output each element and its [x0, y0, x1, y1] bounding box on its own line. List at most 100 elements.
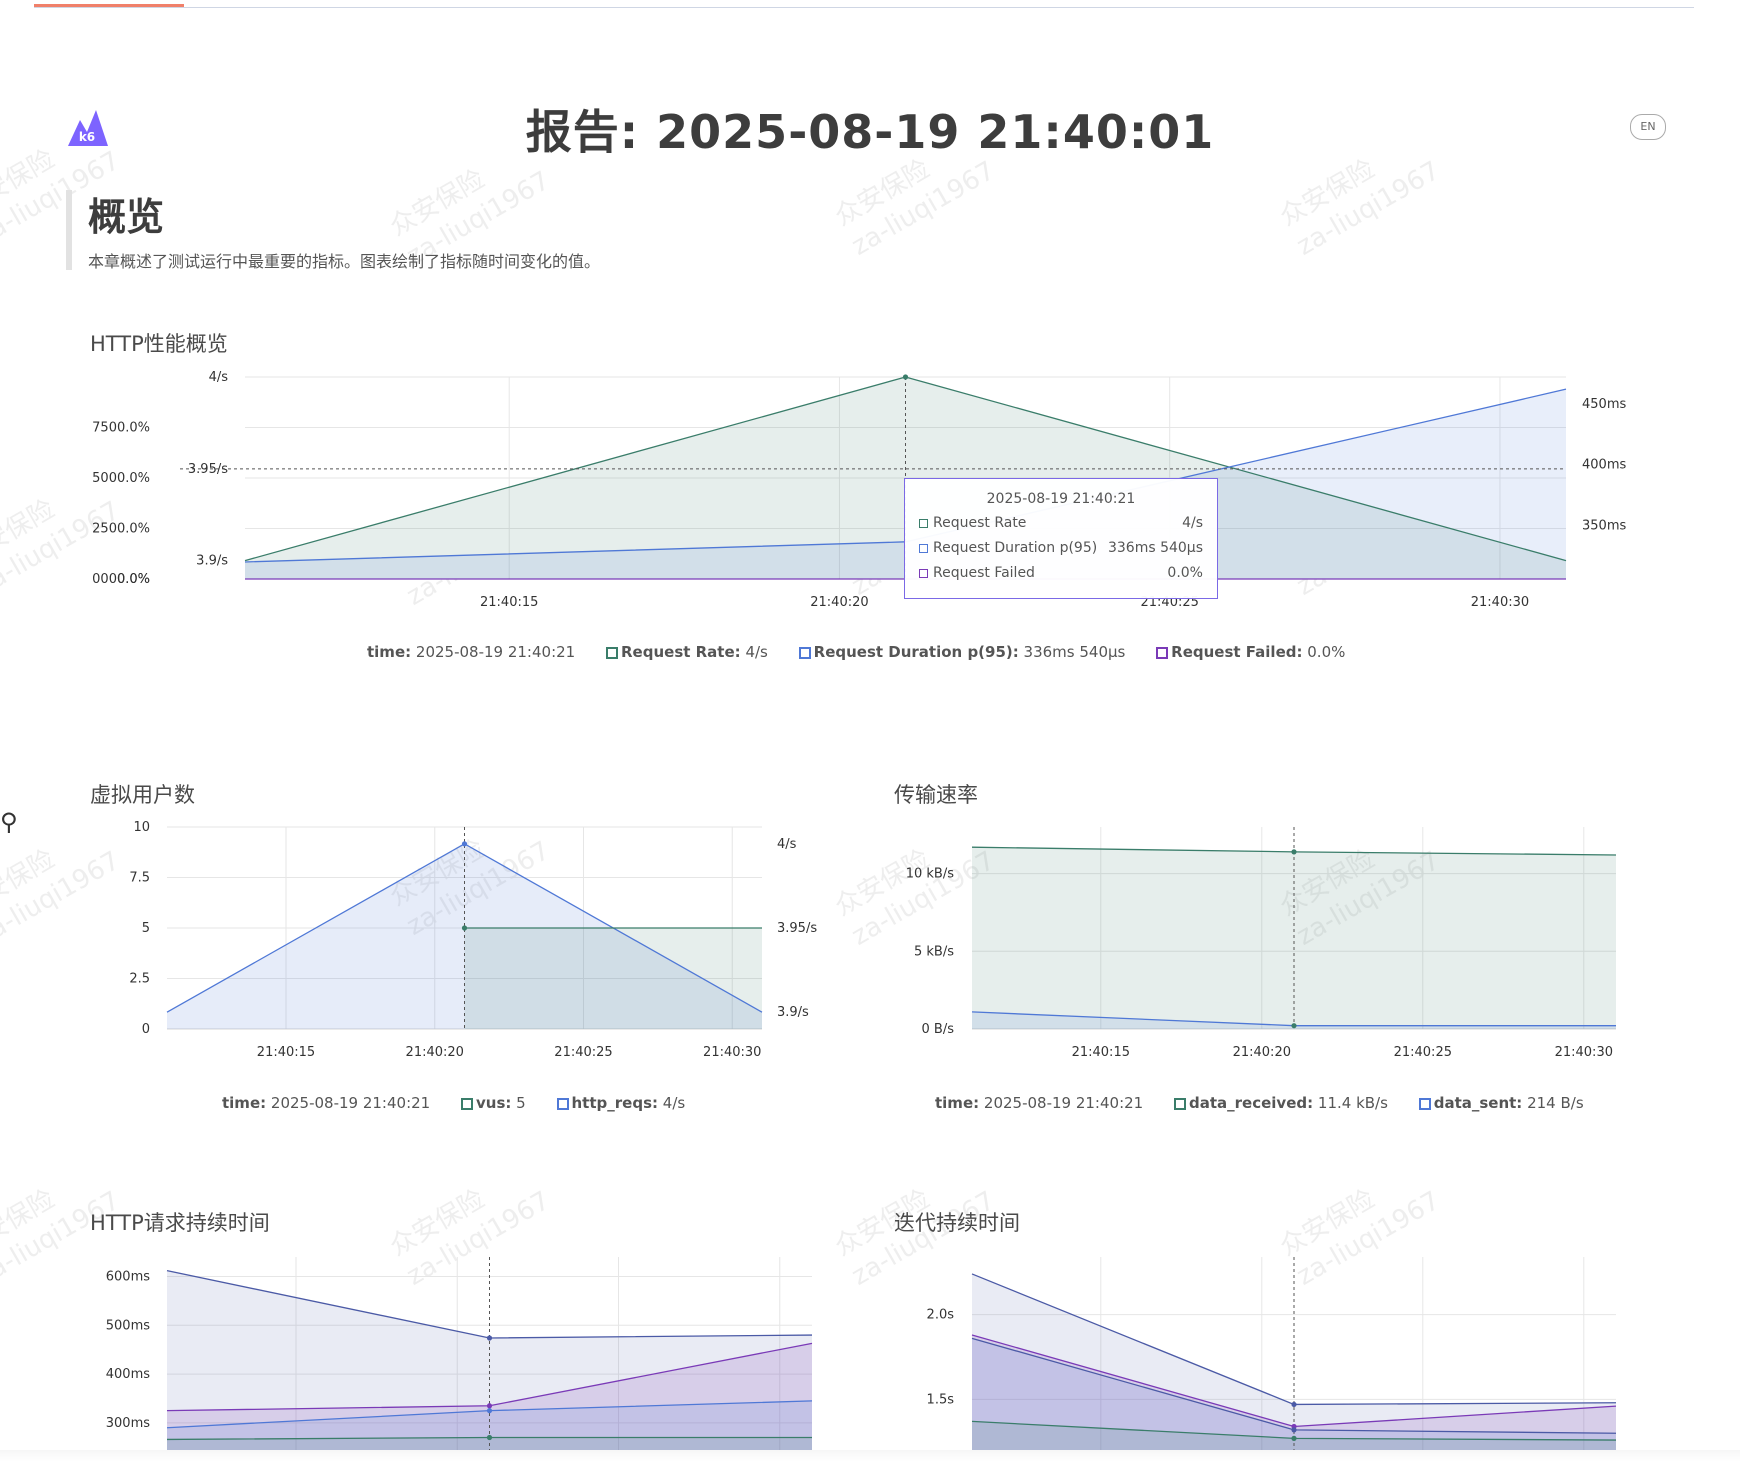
y-tick-label-right: 3.9/s — [777, 1005, 809, 1020]
legend-value: 4/s — [662, 1094, 686, 1112]
x-tick-label: 21:40:20 — [406, 1045, 464, 1060]
data-point — [461, 841, 468, 847]
series-swatch-icon — [919, 519, 928, 528]
iteration-duration-chart[interactable]: 1.5s 2.0s — [870, 1240, 1740, 1462]
x-tick-label: 21:40:30 — [703, 1045, 761, 1060]
x-tick-label: 21:40:30 — [1471, 595, 1529, 610]
y-tick-label-right: 4/s — [777, 837, 797, 852]
chart-legend-vus: time: 2025-08-19 21:40:21 vus: 5 http_re… — [222, 1094, 685, 1112]
section-accent-bar — [66, 190, 72, 270]
legend-value: 336ms 540µs — [1023, 643, 1126, 661]
http-duration-chart[interactable]: 300ms 400ms 500ms 600ms — [0, 1240, 870, 1462]
legend-label: Request Rate: — [621, 643, 741, 661]
y-tick-label-right: 350ms — [1582, 518, 1626, 533]
x-tick-label: 21:40:15 — [1072, 1045, 1130, 1060]
chart-legend-transfer: time: 2025-08-19 21:40:21 data_received:… — [935, 1094, 1584, 1112]
y-tick-label: 10 — [133, 820, 150, 835]
x-tick-label: 21:40:25 — [554, 1045, 612, 1060]
tooltip-row-name: Request Duration p(95) — [933, 540, 1098, 556]
chart-title-iteration-duration: 迭代持续时间 — [894, 1211, 1020, 1235]
legend-swatch-icon — [1174, 1098, 1186, 1110]
legend-item-request-rate[interactable]: Request Rate: 4/s — [606, 643, 768, 661]
chart-legend-http-overview: time: 2025-08-19 21:40:21 Request Rate: … — [367, 643, 1345, 661]
y-tick-label: 10 kB/s — [906, 867, 955, 882]
data-point — [486, 1403, 493, 1409]
series-swatch-icon — [919, 569, 928, 578]
section-description: 本章概述了测试运行中最重要的指标。图表绘制了指标随时间变化的值。 — [88, 252, 601, 271]
y-tick-label: 7500.0% — [92, 421, 150, 436]
y-tick-label: 500ms — [106, 1318, 150, 1333]
chart-title-http-overview: HTTP性能概览 — [90, 332, 228, 356]
legend-value: 214 B/s — [1527, 1094, 1584, 1112]
y-tick-label: 600ms — [106, 1270, 150, 1285]
series-area-vus — [464, 928, 762, 1029]
tooltip-time: 2025-08-19 21:40:21 — [986, 491, 1136, 507]
vus-chart[interactable]: 21:40:15 21:40:20 21:40:25 21:40:30 0 2.5 5 7.5… — [0, 810, 870, 1060]
top-progress-bar — [0, 0, 1740, 10]
tooltip-row-name: Request Failed — [933, 565, 1035, 581]
tooltip-row-value: 336ms 540µs — [1107, 540, 1203, 556]
bottom-scroll-edge — [0, 1450, 1740, 1462]
legend-label: vus: — [476, 1094, 512, 1112]
y-tick-label: 2.5 — [129, 972, 150, 987]
legend-value: 5 — [516, 1094, 526, 1112]
y-tick-label: 0 B/s — [922, 1022, 955, 1037]
watermark-line-2: za-liuqi1967 — [846, 155, 1001, 262]
y-tick-label-right: 450ms — [1582, 397, 1626, 412]
legend-item-data-received[interactable]: data_received: 11.4 kB/s — [1174, 1094, 1388, 1112]
legend-item-data-sent[interactable]: data_sent: 214 B/s — [1418, 1094, 1584, 1112]
legend-item-request-duration[interactable]: Request Duration p(95): 336ms 540µs — [798, 643, 1126, 661]
legend-item-vus[interactable]: vus: 5 — [461, 1094, 526, 1112]
tooltip-row-request-rate: Request Rate 4/s — [919, 515, 1203, 535]
legend-time-label: time: — [222, 1094, 267, 1112]
chart-title-http-duration: HTTP请求持续时间 — [90, 1211, 270, 1235]
legend-item-request-failed[interactable]: Request Failed: 0.0% — [1156, 643, 1345, 661]
y-tick-label: 0000.0% — [92, 572, 150, 587]
y-tick-label: 0 — [142, 1022, 150, 1037]
series-swatch-icon — [919, 544, 928, 553]
http-overview-chart[interactable]: 21:40:15 21:40:20 21:40:25 21:40:300.0%2500… — [0, 360, 1740, 620]
legend-swatch-icon — [798, 647, 811, 659]
x-tick-label: 21:40:15 — [480, 595, 538, 610]
data-point — [486, 1335, 493, 1341]
y-tick-label: 2.0s — [927, 1308, 955, 1323]
data-point — [1291, 849, 1297, 855]
legend-time-value: 2025-08-19 21:40:21 — [983, 1094, 1144, 1112]
tooltip-row-request-failed: Request Failed 0.0% — [919, 565, 1203, 585]
tooltip-row-value: 4/s — [1182, 515, 1203, 531]
x-tick-label: 21:40:15 — [257, 1045, 315, 1060]
legend-label: Request Failed: — [1171, 643, 1303, 661]
data-point — [1291, 1401, 1297, 1408]
legend-label: http_reqs: — [571, 1094, 659, 1112]
y-tick-label: 3.95/s — [188, 462, 228, 477]
legend-swatch-icon — [556, 1098, 569, 1110]
language-toggle-button[interactable]: EN — [1630, 114, 1666, 140]
legend-item-http-reqs[interactable]: http_reqs: 4/s — [556, 1094, 686, 1112]
y-tick-label: 5 — [142, 921, 150, 936]
legend-value: 0.0% — [1307, 643, 1346, 661]
watermark-line-2: za-liuqi1967 — [1291, 155, 1446, 262]
data-point — [486, 1434, 493, 1441]
chart-tooltip: 2025-08-19 21:40:21 Request Rate 4/s Req… — [904, 478, 1218, 599]
y-tick-label: 1.5s — [927, 1392, 955, 1407]
tooltip-row-value: 0.0% — [1167, 565, 1203, 581]
chart-title-vus: 虚拟用户数 — [90, 783, 195, 807]
legend-swatch-icon — [1156, 647, 1169, 659]
x-tick-label: 21:40:20 — [1233, 1045, 1291, 1060]
y-tick-label: 400ms — [106, 1367, 150, 1382]
y-tick-label: 300ms — [106, 1416, 150, 1431]
legend-value: 11.4 kB/s — [1317, 1094, 1388, 1112]
loading-progress — [34, 4, 184, 7]
legend-value: 4/s — [745, 643, 768, 661]
y-tick-label: 2500.0% — [92, 522, 150, 537]
legend-swatch-icon — [1418, 1098, 1431, 1110]
legend-label: Request Duration p(95): — [813, 643, 1019, 661]
tooltip-row-name: Request Rate — [933, 515, 1027, 531]
legend-swatch-icon — [461, 1098, 473, 1110]
transfer-rate-chart[interactable]: 21:40:15 21:40:20 21:40:25 21:40:30 0 B/s 5 k… — [870, 810, 1740, 1060]
legend-label: data_received: — [1189, 1094, 1314, 1112]
legend-time-value: 2025-08-19 21:40:21 — [270, 1094, 431, 1112]
data-point — [1291, 1435, 1297, 1441]
data-point — [902, 374, 909, 380]
y-tick-label-right: 400ms — [1582, 458, 1626, 473]
